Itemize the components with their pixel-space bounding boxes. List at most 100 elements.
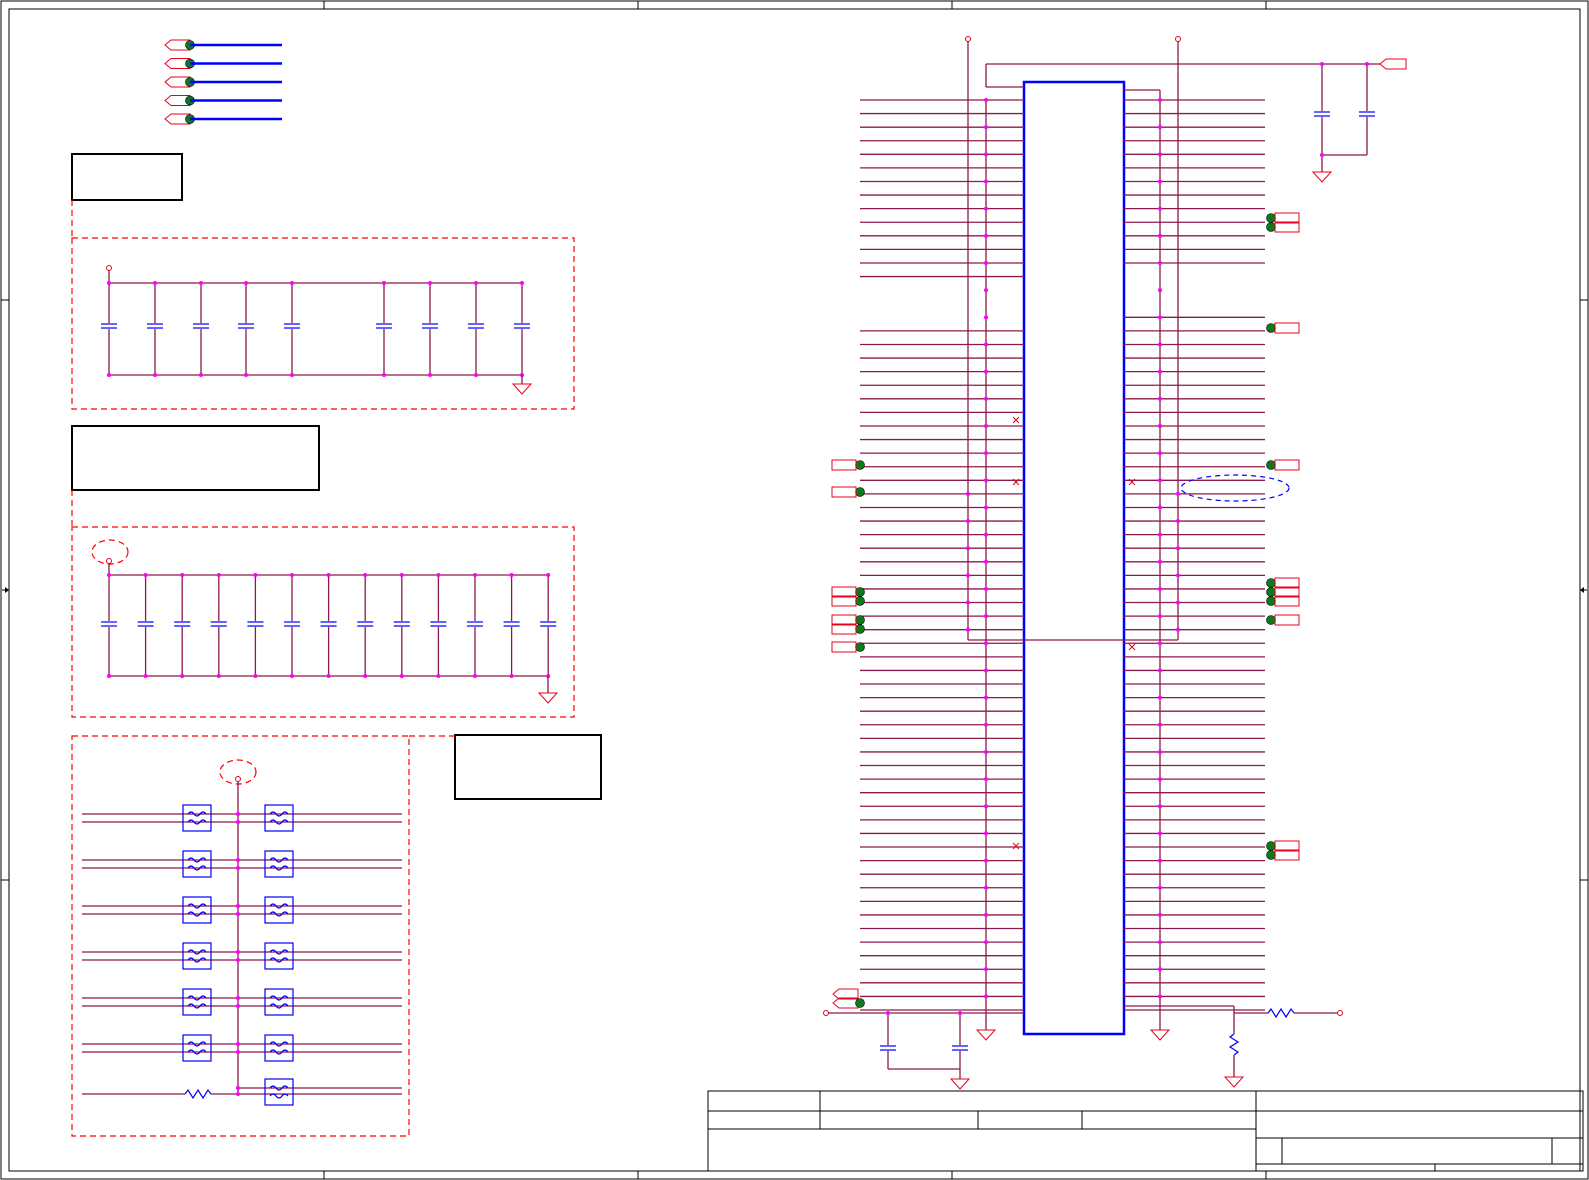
junction-dot (1158, 559, 1162, 564)
power-pin-icon (106, 558, 112, 564)
capacitor-icon (376, 323, 392, 329)
ferrite-bead-icon (264, 942, 294, 970)
junction-dot (1158, 912, 1162, 917)
capacitor-icon (468, 323, 484, 329)
junction-dot (1158, 315, 1162, 320)
junction-dot (984, 940, 988, 945)
junction-dot (180, 674, 185, 678)
junction-dot (984, 423, 988, 428)
junction-dot (290, 573, 294, 577)
net-label-tag (831, 641, 857, 653)
capacitor-icon (1314, 111, 1330, 117)
pin-dot-icon (855, 615, 865, 625)
capacitor-icon (467, 621, 483, 627)
junction-dot (244, 373, 248, 377)
junction-dot (984, 559, 988, 564)
junction-dot (509, 674, 514, 678)
junction-dot (1176, 519, 1180, 524)
junction-dot (236, 1042, 240, 1046)
resistor-icon (1267, 1007, 1295, 1019)
junction-dot (984, 668, 988, 673)
junction-dot (984, 641, 988, 646)
pin-dot-icon (855, 642, 865, 652)
junction-dot (984, 260, 988, 265)
junction-dot (1158, 98, 1162, 102)
ferrite-bead-icon (264, 1034, 294, 1062)
junction-dot (1158, 668, 1162, 673)
net-label-tag (831, 486, 857, 498)
net-label-tag (1274, 614, 1300, 626)
capacitor-icon (101, 323, 117, 329)
junction-dot (1158, 777, 1162, 782)
board-connector (823, 36, 1407, 1090)
capacitor-icon (430, 621, 447, 627)
pin-dot-icon (1266, 596, 1276, 606)
net-label-tag (1274, 322, 1300, 334)
junction-dot (473, 674, 477, 678)
junction-dot (1158, 125, 1162, 130)
junction-dot (984, 777, 988, 782)
junction-dot (984, 342, 988, 347)
junction-dot (216, 674, 221, 678)
pin-dot-icon (855, 596, 865, 606)
annotation-circle (91, 539, 129, 565)
junction-dot (1176, 491, 1180, 496)
junction-dot (236, 950, 240, 954)
junction-dot (1158, 179, 1162, 184)
capacitor-icon (101, 621, 117, 627)
junction-dot (984, 152, 988, 157)
junction-dot (199, 281, 203, 285)
arrow-right-icon (2, 587, 9, 593)
junction-dot (1158, 369, 1162, 374)
pin-dot-icon (1266, 850, 1276, 860)
capacitor-icon (880, 1045, 896, 1051)
junction-dot (966, 546, 970, 551)
junction-dot (984, 614, 988, 619)
pin-dot-icon (1266, 578, 1276, 588)
ground-icon (1149, 1029, 1171, 1041)
junction-dot (1158, 749, 1162, 754)
junction-dot (236, 812, 240, 816)
x-mark-icon (1128, 643, 1136, 651)
capacitor-icon (952, 1045, 968, 1051)
pin-dot-icon (1266, 587, 1276, 597)
ferrite-filter-network (82, 759, 402, 1106)
junction-dot (984, 749, 988, 754)
junction-dot (984, 288, 988, 293)
junction-dot (436, 573, 441, 577)
junction-dot (984, 396, 988, 401)
capacitor-icon (422, 323, 438, 329)
junction-dot (984, 912, 988, 917)
junction-dot (236, 1092, 240, 1096)
junction-dot (399, 674, 404, 678)
capacitor-icon (393, 621, 410, 627)
junction-dot (326, 674, 331, 678)
junction-dot (1176, 627, 1180, 632)
arrow-left-icon (1580, 587, 1587, 593)
ferrite-bead-icon (264, 896, 294, 924)
connector-outline (1022, 80, 1126, 1036)
junction-dot (984, 858, 988, 863)
junction-dot (474, 373, 478, 377)
pin-dot-icon (1266, 615, 1276, 625)
ferrite-bead-icon (264, 804, 294, 832)
junction-dot (509, 573, 514, 577)
junction-dot (236, 1004, 240, 1008)
junction-dot (1158, 967, 1162, 972)
junction-dot (984, 98, 988, 102)
power-pin-icon (1175, 36, 1181, 42)
title-block (707, 1090, 1584, 1172)
junction-dot (382, 281, 386, 285)
junction-dot (520, 281, 524, 285)
junction-dot (1158, 206, 1162, 211)
junction-dot (107, 373, 111, 377)
ground-icon (537, 692, 559, 704)
junction-dot (236, 1050, 240, 1054)
ferrite-bead-icon (264, 1078, 294, 1106)
capacitor-icon (210, 621, 227, 627)
ferrite-bead-icon (182, 896, 212, 924)
pin-dot-icon (1266, 460, 1276, 470)
hexagon-port-icon (1379, 58, 1407, 70)
junction-dot (1158, 478, 1162, 483)
junction-dot (984, 994, 988, 999)
